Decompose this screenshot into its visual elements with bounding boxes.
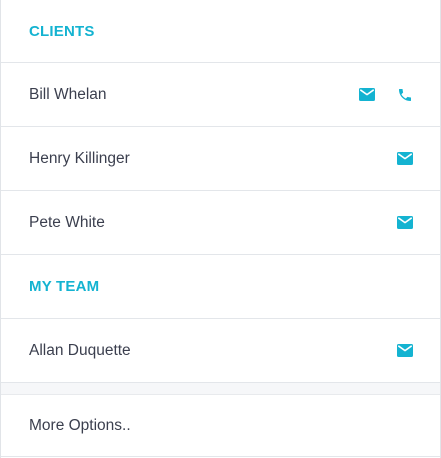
contact-row-bill-whelan[interactable]: Bill Whelan xyxy=(1,63,440,127)
phone-icon[interactable] xyxy=(396,86,414,104)
contact-actions xyxy=(396,150,414,168)
more-options-button[interactable]: More Options.. xyxy=(1,395,440,457)
section-divider xyxy=(1,383,440,395)
clients-section-header: CLIENTS xyxy=(1,0,440,63)
email-icon[interactable] xyxy=(396,214,414,232)
contacts-panel: CLIENTS Bill Whelan Henry Killinger Pete… xyxy=(0,0,441,458)
contact-row-allan-duquette[interactable]: Allan Duquette xyxy=(1,319,440,383)
more-options-label: More Options.. xyxy=(29,416,131,434)
contact-actions xyxy=(358,86,414,104)
clients-section-title: CLIENTS xyxy=(29,22,95,40)
team-section-title: MY TEAM xyxy=(29,278,100,295)
contact-row-henry-killinger[interactable]: Henry Killinger xyxy=(1,127,440,191)
email-icon[interactable] xyxy=(358,86,376,104)
team-section-header: MY TEAM xyxy=(1,255,440,319)
contact-name: Pete White xyxy=(29,213,105,231)
email-icon[interactable] xyxy=(396,150,414,168)
email-icon[interactable] xyxy=(396,342,414,360)
contact-name: Bill Whelan xyxy=(29,85,107,103)
contact-row-pete-white[interactable]: Pete White xyxy=(1,191,440,255)
contact-actions xyxy=(396,214,414,232)
contact-name: Allan Duquette xyxy=(29,341,131,359)
contact-name: Henry Killinger xyxy=(29,149,130,167)
contact-actions xyxy=(396,342,414,360)
